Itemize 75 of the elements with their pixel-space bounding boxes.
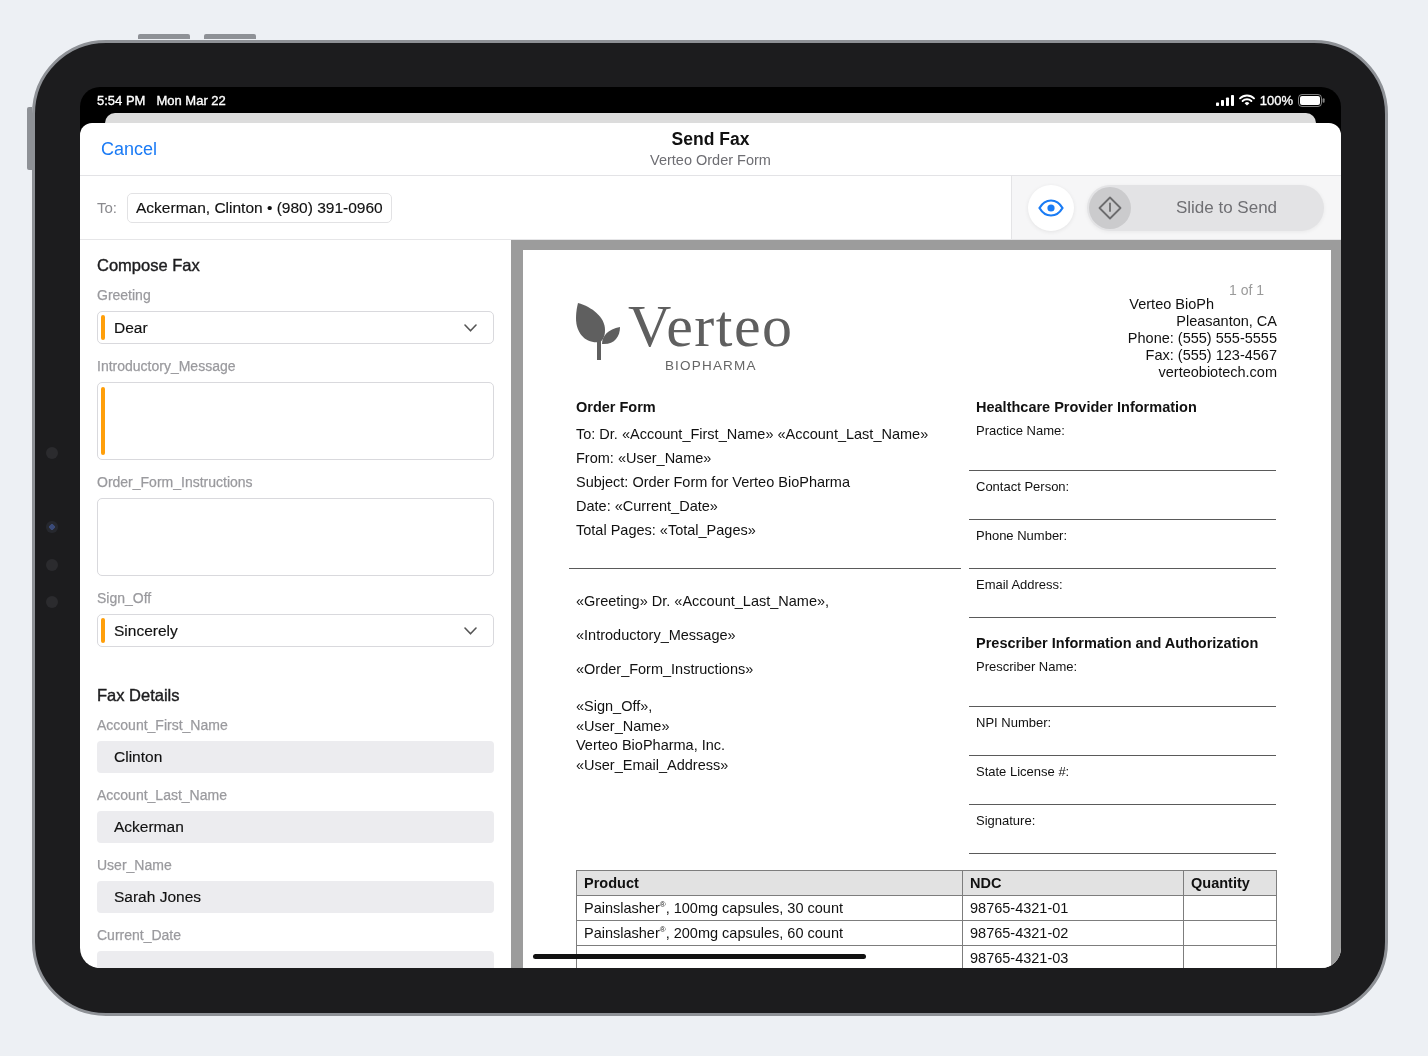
letter-line: Verteo BioPharma, Inc.	[576, 736, 727, 756]
form-field-label: Contact Person:	[975, 479, 1071, 495]
table-cell: 98765-4321-02	[962, 920, 1184, 946]
field-label: Introductory_Message	[97, 357, 237, 375]
signal-icon	[1215, 94, 1234, 106]
preview-button[interactable]	[1028, 184, 1074, 231]
form-field-label: Email Address:	[975, 577, 1064, 593]
table-cell: Painslasher$^{®}$, 100mg capsules, 30 count	[576, 895, 963, 921]
table-cell: Painslasher$^{®}$, 200mg capsules, 60 count	[576, 920, 963, 946]
order-detail-line: Total Pages: «Total_Pages»	[576, 521, 757, 540]
order-detail-line: Date: «Current_Date»	[576, 497, 719, 516]
slide-to-send-slider[interactable]: Slide to Send	[1087, 184, 1324, 231]
battery-icon	[1298, 93, 1325, 107]
document-heading: Order Form	[575, 398, 657, 416]
status-date: Mon Mar 22	[156, 92, 226, 108]
letter-line: «User_Email_Address»	[576, 755, 730, 775]
page-indicator: 1 of 1	[1228, 282, 1264, 298]
dropdown-field[interactable]: Dear	[97, 311, 494, 344]
wifi-icon	[1238, 94, 1255, 106]
battery-percentage: 100%	[1259, 92, 1293, 108]
form-field-label: NPI Number:	[975, 715, 1053, 731]
text-field[interactable]: Clinton	[97, 741, 494, 773]
order-detail-line: Subject: Order Form for Verteo BioPharma	[576, 473, 851, 492]
letter-line: «Greeting» Dr. «Account_Last_Name»,	[576, 592, 831, 611]
address-line: verteobiotech.com	[1158, 364, 1277, 381]
order-detail-line: From: «User_Name»	[576, 449, 713, 468]
leaf-icon	[576, 303, 620, 360]
address-line: Verteo BioPh	[1129, 296, 1214, 313]
section-heading: Compose Fax	[97, 255, 201, 275]
text-area-field[interactable]	[97, 498, 494, 576]
chevron-down-icon	[464, 323, 477, 332]
form-field-label: State License #:	[975, 764, 1071, 780]
field-label: Greeting	[97, 286, 152, 304]
form-section-heading: Healthcare Provider Information	[975, 398, 1198, 416]
form-field-label: Signature:	[975, 813, 1037, 829]
status-time: 5:54 PM	[97, 92, 146, 108]
form-field-label: Prescriber Name:	[975, 659, 1079, 675]
section-heading: Fax Details	[97, 685, 181, 705]
text-area-field[interactable]	[97, 382, 494, 460]
form-section-heading: Prescriber Information and Authorization	[975, 634, 1260, 652]
form-field-label: Phone Number:	[975, 528, 1069, 544]
field-label: Sign_Off	[97, 589, 153, 607]
field-label: Current_Date	[97, 926, 183, 944]
field-label: Order_Form_Instructions	[97, 473, 254, 491]
form-field-label: Practice Name:	[975, 423, 1066, 439]
diamond-icon	[1098, 195, 1122, 220]
text-field[interactable]: Ackerman	[97, 811, 494, 843]
order-detail-line: To: Dr. «Account_First_Name» «Account_Last_Name»	[576, 425, 930, 444]
table-cell: 98765-4321-01	[962, 895, 1184, 921]
letter-line: «Introductory_Message»	[576, 626, 737, 645]
address-line: Fax: (555) 123-4567	[1145, 347, 1277, 364]
eye-icon	[1038, 198, 1064, 217]
cancel-button[interactable]: Cancel	[101, 138, 158, 160]
field-label: Account_First_Name	[97, 716, 229, 734]
address-line: Phone: (555) 555-5555	[1127, 330, 1277, 347]
sheet-subtitle: Verteo Order Form	[650, 151, 771, 169]
slider-handle[interactable]	[1089, 186, 1131, 229]
to-label: To:	[97, 199, 117, 216]
field-label: Account_Last_Name	[97, 786, 228, 804]
camera-lens-icon	[46, 521, 58, 533]
sheet-title: Send Fax	[671, 129, 750, 150]
column-header: NDC	[962, 870, 1184, 896]
letter-line: «Sign_Off»,	[576, 697, 654, 716]
chevron-down-icon	[464, 626, 477, 635]
column-header: Quantity	[1183, 870, 1277, 896]
letter-line: «User_Name»	[576, 716, 671, 736]
field-label: User_Name	[97, 856, 173, 874]
column-header: Product	[576, 870, 963, 896]
recipient-token[interactable]: Ackerman, Clinton • (980) 391-0960	[127, 192, 392, 223]
text-field[interactable]: Sarah Jones	[97, 881, 494, 913]
address-line: Pleasanton, CA	[1176, 313, 1277, 330]
logo-wordmark: Verteo	[628, 296, 794, 356]
letter-line: «Order_Form_Instructions»	[576, 660, 755, 679]
logo-tagline: BIOPHARMA	[664, 358, 757, 374]
dropdown-field[interactable]: Sincerely	[97, 614, 494, 647]
